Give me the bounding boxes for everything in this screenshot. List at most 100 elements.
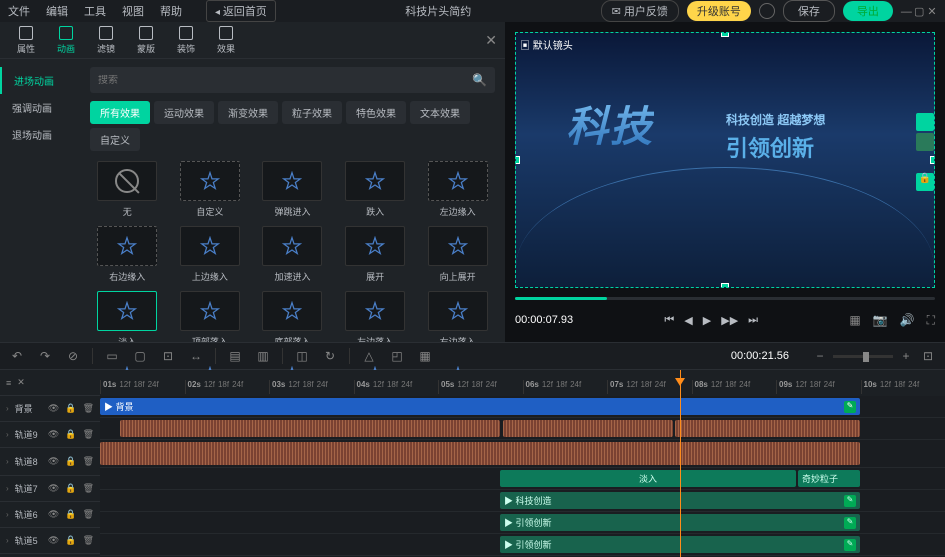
- toolbar-btn-16[interactable]: ◰: [388, 347, 406, 365]
- back-home-button[interactable]: ◂ 返回首页: [206, 0, 276, 22]
- filter-0[interactable]: 所有效果: [90, 101, 150, 124]
- toolbar-btn-9[interactable]: ▤: [226, 347, 244, 365]
- menu-edit[interactable]: 编辑: [46, 3, 68, 19]
- handle-top[interactable]: [721, 32, 729, 37]
- clip-0-0[interactable]: ▶ 背景✎: [100, 398, 860, 415]
- handle-right[interactable]: [930, 156, 935, 164]
- sidenav-item-2[interactable]: 退场动画: [0, 121, 80, 148]
- filter-3[interactable]: 粒子效果: [282, 101, 342, 124]
- lock-badge[interactable]: 🔒: [916, 173, 934, 191]
- progress-bar[interactable]: [515, 297, 935, 300]
- progress-row[interactable]: [515, 294, 935, 302]
- panel-tab-0[interactable]: 属性: [8, 22, 44, 58]
- track-icon-2[interactable]: 🗑: [83, 483, 94, 494]
- track-icon-1[interactable]: 🔒: [65, 456, 76, 467]
- track-row-轨道6[interactable]: ▶ 科技创造✎: [100, 490, 945, 512]
- effect-弹跳进入[interactable]: 弹跳进入: [255, 161, 330, 218]
- toolbar-btn-10[interactable]: ▥: [254, 347, 272, 365]
- clip-edit-icon[interactable]: ✎: [844, 495, 856, 507]
- track-header-轨道9[interactable]: ›轨道9👁🔒🗑: [0, 422, 100, 448]
- track-header-轨道6[interactable]: ›轨道6👁🔒🗑: [0, 502, 100, 528]
- effect-右边缘入[interactable]: 右边缘入: [90, 226, 165, 283]
- search-bar[interactable]: 🔍: [90, 67, 495, 93]
- next-frame-button[interactable]: ▶▶: [721, 314, 738, 327]
- upgrade-button[interactable]: 升级账号: [687, 1, 751, 21]
- preview-viewport[interactable]: ▣ 默认镜头 科技 科技创造 超越梦想 引领创新 🔒: [515, 32, 935, 288]
- track-header-轨道8[interactable]: ›轨道8👁🔒🗑: [0, 448, 100, 476]
- track-icon-0[interactable]: 👁: [48, 509, 59, 520]
- tracks-clear-icon[interactable]: ✕: [17, 377, 25, 388]
- zoom-fit-button[interactable]: ⊡: [919, 347, 937, 365]
- track-icon-1[interactable]: 🔒: [65, 535, 76, 546]
- track-row-轨道8[interactable]: [100, 440, 945, 468]
- clip-edit-icon[interactable]: ✎: [844, 401, 856, 413]
- effect-无[interactable]: 无: [90, 161, 165, 218]
- effect-顶部落入[interactable]: 顶部落入: [173, 291, 248, 348]
- effect-加速进入[interactable]: 加速进入: [255, 226, 330, 283]
- search-input[interactable]: [98, 75, 472, 86]
- track-row-轨道7[interactable]: 淡入奇妙粒子: [100, 468, 945, 490]
- toolbar-btn-12[interactable]: ◫: [293, 347, 311, 365]
- close-button[interactable]: ✕: [927, 5, 937, 18]
- clip-3-1[interactable]: 奇妙粒子: [798, 470, 860, 487]
- effect-底部落入[interactable]: 底部落入: [255, 291, 330, 348]
- handle-left[interactable]: [515, 156, 520, 164]
- track-icon-1[interactable]: 🔒: [65, 429, 76, 440]
- track-icon-1[interactable]: 🔒: [65, 403, 76, 414]
- panel-close-icon[interactable]: ✕: [485, 32, 497, 49]
- clip-3-0[interactable]: 淡入: [500, 470, 796, 487]
- track-icon-0[interactable]: 👁: [48, 429, 59, 440]
- filter-6[interactable]: 自定义: [90, 128, 140, 151]
- clip-1-0[interactable]: [120, 420, 500, 437]
- track-row-轨道4[interactable]: ▶ 引领创新✎: [100, 534, 945, 556]
- effect-向上展开[interactable]: 向上展开: [420, 226, 495, 283]
- panel-tab-3[interactable]: 蒙版: [128, 22, 164, 58]
- camera-icon[interactable]: 📷: [873, 313, 888, 328]
- side-badge-1[interactable]: [916, 113, 934, 131]
- track-icon-2[interactable]: 🗑: [83, 403, 94, 414]
- volume-icon[interactable]: 🔊: [900, 313, 915, 328]
- toolbar-btn-1[interactable]: ↷: [36, 347, 54, 365]
- clip-edit-icon[interactable]: ✎: [844, 517, 856, 529]
- clip-1-1[interactable]: [503, 420, 673, 437]
- panel-tab-4[interactable]: 装饰: [168, 22, 204, 58]
- track-header-背景[interactable]: ›背景👁🔒🗑: [0, 396, 100, 422]
- effect-左边缘入[interactable]: 左边缘入: [420, 161, 495, 218]
- toolbar-btn-17[interactable]: ▦: [416, 347, 434, 365]
- search-icon[interactable]: 🔍: [472, 73, 487, 87]
- sidenav-item-0[interactable]: 进场动画: [0, 67, 80, 94]
- screenshot-icon[interactable]: ▦: [849, 313, 860, 328]
- toolbar-btn-7[interactable]: ↔: [187, 347, 205, 365]
- effect-自定义[interactable]: 自定义: [173, 161, 248, 218]
- track-header-轨道5[interactable]: ›轨道5👁🔒🗑: [0, 528, 100, 554]
- filter-1[interactable]: 运动效果: [154, 101, 214, 124]
- effect-右边落入[interactable]: 右边落入: [420, 291, 495, 348]
- track-icon-0[interactable]: 👁: [48, 456, 59, 467]
- track-row-背景[interactable]: ▶ 背景✎: [100, 396, 945, 418]
- fullscreen-icon[interactable]: ⛶: [927, 313, 935, 328]
- filter-5[interactable]: 文本效果: [410, 101, 470, 124]
- maximize-button[interactable]: ▢: [914, 5, 924, 18]
- panel-tab-2[interactable]: 滤镜: [88, 22, 124, 58]
- track-row-轨道9[interactable]: [100, 418, 945, 440]
- toolbar-btn-6[interactable]: ⊡: [159, 347, 177, 365]
- menu-help[interactable]: 帮助: [160, 3, 182, 19]
- menu-view[interactable]: 视图: [122, 3, 144, 19]
- menu-tools[interactable]: 工具: [84, 3, 106, 19]
- track-header-轨道7[interactable]: ›轨道7👁🔒🗑: [0, 476, 100, 502]
- track-icon-1[interactable]: 🔒: [65, 483, 76, 494]
- track-icon-2[interactable]: 🗑: [83, 429, 94, 440]
- track-icon-1[interactable]: 🔒: [65, 509, 76, 520]
- clip-2-0[interactable]: [100, 442, 860, 465]
- clip-edit-icon[interactable]: ✎: [844, 539, 856, 551]
- playhead[interactable]: [680, 370, 681, 557]
- sidenav-item-1[interactable]: 强调动画: [0, 94, 80, 121]
- save-button[interactable]: 保存: [783, 0, 835, 22]
- timeline-ruler[interactable]: 01s12f18f24f02s12f18f24f03s12f18f24f04s1…: [100, 370, 945, 396]
- play-button[interactable]: ▶: [703, 314, 711, 327]
- panel-tab-1[interactable]: 动画: [48, 22, 84, 58]
- timeline-tracks[interactable]: 01s12f18f24f02s12f18f24f03s12f18f24f04s1…: [100, 370, 945, 557]
- track-icon-2[interactable]: 🗑: [83, 509, 94, 520]
- skip-end-button[interactable]: ⏭: [748, 314, 758, 327]
- toolbar-btn-0[interactable]: ↶: [8, 347, 26, 365]
